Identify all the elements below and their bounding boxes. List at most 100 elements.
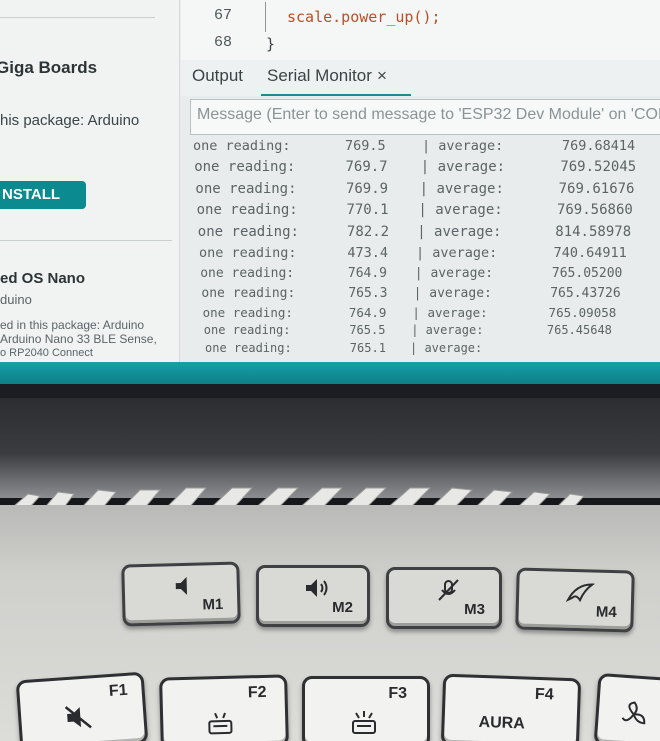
- serial-average-label: | average:: [412, 305, 488, 320]
- fan-icon: [621, 701, 646, 725]
- tab-output[interactable]: Output: [192, 66, 243, 86]
- backlight-up-icon: [352, 711, 376, 734]
- board-author: duino: [0, 292, 32, 307]
- serial-average: 769.52045: [560, 159, 637, 175]
- close-icon[interactable]: ×: [377, 66, 387, 86]
- serial-average-label: | average:: [420, 159, 506, 175]
- boards-manager-panel: Giga Boards his package: Arduino NSTALL …: [0, 0, 180, 362]
- serial-label: one reading:: [193, 138, 291, 154]
- bottom-panel-tabs: Output Serial Monitor ×: [181, 60, 660, 96]
- function-key-f2[interactable]: F2: [159, 674, 289, 741]
- serial-reading: 764.9: [348, 305, 387, 320]
- serial-label: one reading:: [196, 202, 298, 218]
- key-label: M3: [464, 601, 485, 618]
- serial-line: one reading: 782.2 | average: 814.58978: [190, 224, 660, 244]
- active-tab-indicator: [261, 94, 411, 96]
- serial-line: one reading: 473.4 | average: 740.64911: [190, 245, 660, 265]
- serial-reading: 764.9: [347, 266, 388, 281]
- macro-key-m3[interactable]: M3: [386, 567, 502, 629]
- serial-label: one reading:: [205, 341, 292, 355]
- indent-guide: [265, 2, 266, 32]
- serial-average: 740.64911: [553, 245, 627, 261]
- function-key-f1[interactable]: F1: [15, 671, 149, 741]
- key-label: M4: [595, 603, 617, 622]
- serial-average-label: | average:: [419, 181, 504, 197]
- line-number: 67: [214, 7, 233, 24]
- serial-line: one reading: 765.3 | average: 765.43726: [190, 286, 660, 306]
- key-label: F3: [388, 685, 407, 702]
- serial-reading: 769.7: [345, 159, 388, 175]
- serial-average-label: | average:: [417, 224, 502, 240]
- serial-line: one reading: 769.7 | average: 769.52045: [190, 159, 660, 179]
- serial-average-label: | average:: [411, 323, 484, 337]
- serial-average: 765.43726: [550, 286, 621, 301]
- board-title-giga: Giga Boards: [0, 58, 98, 77]
- serial-reading: 770.1: [346, 202, 389, 218]
- serial-average-label: | average:: [418, 202, 503, 218]
- mute-icon: [64, 706, 92, 729]
- serial-average: 765.45648: [546, 323, 612, 337]
- key-label: F2: [247, 683, 267, 702]
- serial-average: 769.61676: [558, 181, 635, 197]
- divider: [0, 240, 172, 241]
- board-desc-line: Arduino Nano 33 BLE Sense,: [0, 332, 157, 346]
- serial-average: 814.58978: [555, 224, 632, 240]
- serial-reading: 782.2: [346, 224, 390, 240]
- serial-reading: 769.5: [345, 138, 386, 154]
- serial-line: one reading: 764.9 | average: 765.09058: [190, 305, 660, 325]
- serial-label: one reading:: [195, 181, 297, 197]
- backlight-down-icon: [208, 712, 233, 735]
- function-key-f5-partial[interactable]: [593, 672, 660, 741]
- function-key-f3[interactable]: F3: [302, 676, 430, 741]
- laptop-screen: Giga Boards his package: Arduino NSTALL …: [0, 0, 660, 395]
- screen-bottom-edge: [0, 362, 660, 384]
- serial-message-input[interactable]: Message (Enter to send message to 'ESP32…: [190, 99, 660, 135]
- serial-label: one reading:: [201, 286, 296, 301]
- serial-average: 769.56860: [556, 202, 633, 218]
- screen-bezel: [0, 384, 660, 398]
- board-desc-line: ed in this package: Arduino: [0, 318, 145, 332]
- serial-line: one reading: 765.5 | average: 765.45648: [190, 323, 660, 343]
- serial-line: one reading: 765.1 | average:: [190, 341, 660, 361]
- key-label: M1: [202, 595, 224, 614]
- code-line[interactable]: scale.power_up();: [287, 8, 441, 26]
- serial-reading: 473.4: [347, 245, 389, 261]
- serial-average-label: | average:: [422, 138, 504, 154]
- serial-label: one reading:: [194, 159, 296, 175]
- key-label: F4: [534, 685, 554, 704]
- serial-reading: 765.3: [348, 286, 388, 301]
- macro-key-m1[interactable]: M1: [121, 561, 241, 627]
- aura-label: AURA: [478, 713, 526, 733]
- serial-average-label: | average:: [410, 341, 483, 355]
- serial-average-label: | average:: [413, 286, 492, 301]
- macro-key-m2[interactable]: M2: [256, 565, 370, 627]
- serial-average: 765.05200: [551, 266, 623, 281]
- function-key-f4[interactable]: F4 AURA: [440, 673, 582, 741]
- line-number: 68: [214, 34, 233, 51]
- serial-average: 765.09058: [548, 305, 617, 320]
- serial-label: one reading:: [202, 305, 293, 320]
- serial-label: one reading:: [200, 266, 295, 281]
- serial-average-label: | average:: [414, 266, 494, 281]
- serial-reading: 769.9: [345, 181, 389, 197]
- board-package-text: his package: Arduino: [0, 112, 140, 129]
- serial-output: one reading: 769.5 | average: 769.68414 one …: [190, 138, 660, 362]
- install-button[interactable]: NSTALL: [0, 181, 86, 209]
- volume-down-icon: [175, 576, 188, 595]
- board-title-mbed-nano: ed OS Nano: [0, 270, 86, 287]
- serial-line: one reading: 764.9 | average: 765.05200: [190, 266, 660, 286]
- serial-label: one reading:: [199, 245, 297, 261]
- serial-average-label: | average:: [416, 245, 498, 261]
- key-label: F1: [108, 681, 129, 701]
- serial-label: one reading:: [203, 323, 291, 337]
- tab-serial-monitor[interactable]: Serial Monitor: [267, 66, 372, 86]
- key-label: M2: [332, 599, 353, 616]
- macro-key-m4[interactable]: M4: [515, 567, 635, 633]
- serial-average: 769.68414: [562, 138, 636, 154]
- serial-message-placeholder: Message (Enter to send message to 'ESP32…: [197, 106, 660, 123]
- rog-logo-icon: [565, 583, 595, 603]
- code-line[interactable]: }: [266, 35, 275, 53]
- serial-label: one reading:: [197, 224, 299, 240]
- serial-reading: 765.5: [349, 323, 386, 337]
- divider: [0, 17, 155, 18]
